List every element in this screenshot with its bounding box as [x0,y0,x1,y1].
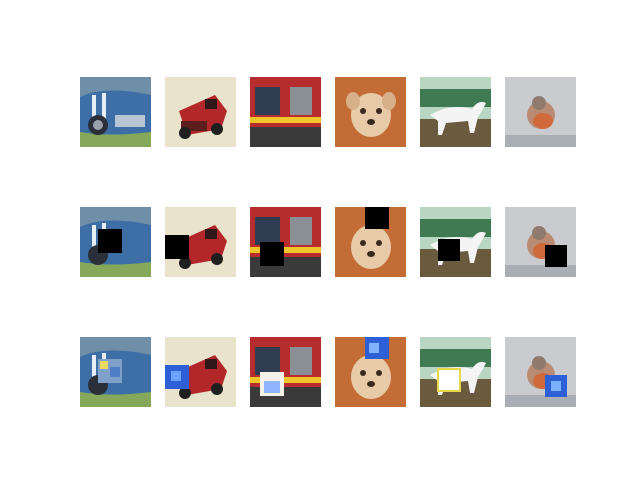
car-image-reconstructed [80,337,151,407]
dog-image-occluded [335,207,406,277]
row3-car-tile [80,337,151,407]
row2-dog-tile [335,207,406,277]
row3-dog-tile [335,337,406,407]
row2-firetruck-tile [250,207,321,277]
horse-image [420,77,491,147]
bird-image-reconstructed [505,337,576,407]
occlusion-patch [438,239,460,261]
car-image-occluded [80,207,151,277]
row1-horse-tile [420,77,491,147]
row2-car-tile [80,207,151,277]
row1-truck-tile [165,77,236,147]
fire-truck-image-occluded [250,207,321,277]
fire-truck-image-reconstructed [250,337,321,407]
dog-image [335,77,406,147]
truck-image-reconstructed [165,337,236,407]
fire-truck-image [250,77,321,147]
row2-horse-tile [420,207,491,277]
occlusion-patch [365,207,389,229]
row1-bird-tile [505,77,576,147]
car-image [80,77,151,147]
horse-image-reconstructed [420,337,491,407]
bird-image [505,77,576,147]
row3-horse-tile [420,337,491,407]
occlusion-patch [98,229,122,253]
horse-image-occluded [420,207,491,277]
dog-image-reconstructed [335,337,406,407]
occlusion-patch [165,235,189,259]
row2-bird-tile [505,207,576,277]
row3-truck-tile [165,337,236,407]
truck-image-occluded [165,207,236,277]
reconstructed-patch [438,369,460,391]
occlusion-patch [260,242,284,266]
bird-image-occluded [505,207,576,277]
row1-car-tile [80,77,151,147]
row2-truck-tile [165,207,236,277]
row1-firetruck-tile [250,77,321,147]
truck-image [165,77,236,147]
row3-bird-tile [505,337,576,407]
row3-firetruck-tile [250,337,321,407]
occlusion-patch [545,245,567,267]
row1-dog-tile [335,77,406,147]
